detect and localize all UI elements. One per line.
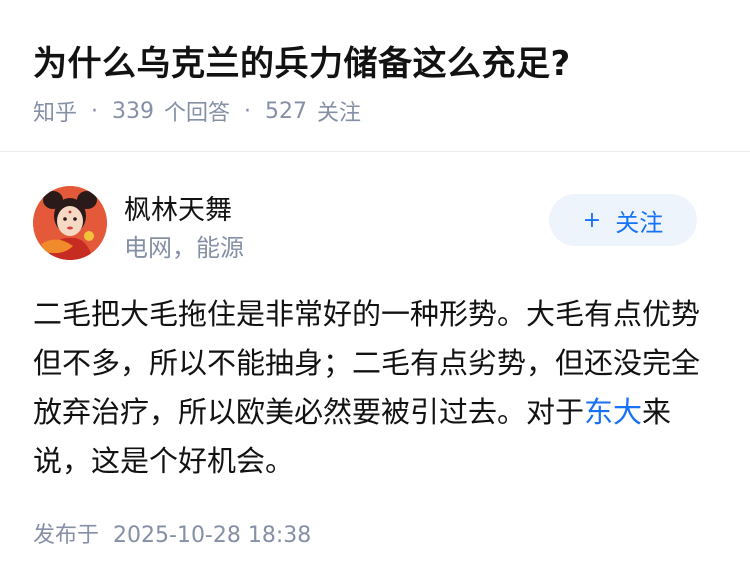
avatar-image	[33, 186, 107, 260]
answer-footer: 发布于 2025-10-28 18:38	[33, 517, 311, 549]
question-header: 为什么乌克兰的兵力储备这么充足? 知乎 · 339 个回答 · 527 关注	[0, 0, 750, 152]
answer-count-label: 个回答	[164, 101, 231, 126]
question-meta: 知乎 · 339 个回答 · 527 关注	[33, 95, 361, 127]
question-title[interactable]: 为什么乌克兰的兵力储备这么充足?	[33, 36, 571, 85]
source-label[interactable]: 知乎	[33, 95, 77, 127]
plus-icon: +	[582, 207, 602, 233]
separator-dot: ·	[244, 98, 252, 124]
answer-inline-link[interactable]: 东大	[584, 395, 642, 429]
author-name[interactable]: 枫林天舞	[124, 188, 232, 227]
separator-dot: ·	[91, 98, 99, 124]
follow-button-label: 关注	[615, 208, 664, 237]
follower-count-label: 关注	[317, 101, 362, 126]
avatar[interactable]	[33, 186, 107, 260]
answer-count: 339	[112, 98, 155, 124]
published-date[interactable]: 2025-10-28 18:38	[113, 523, 311, 548]
author-tagline: 电网，能源	[124, 234, 244, 262]
follow-button[interactable]: + 关注	[549, 194, 697, 246]
answer-content: 二毛把大毛拖住是非常好的一种形势。大毛有点优势但不多，所以不能抽身；二毛有点劣势…	[33, 290, 713, 486]
author-card: 枫林天舞 电网，能源 + 关注	[33, 186, 723, 264]
follower-count: 527	[265, 98, 308, 124]
published-label: 发布于	[33, 523, 100, 548]
